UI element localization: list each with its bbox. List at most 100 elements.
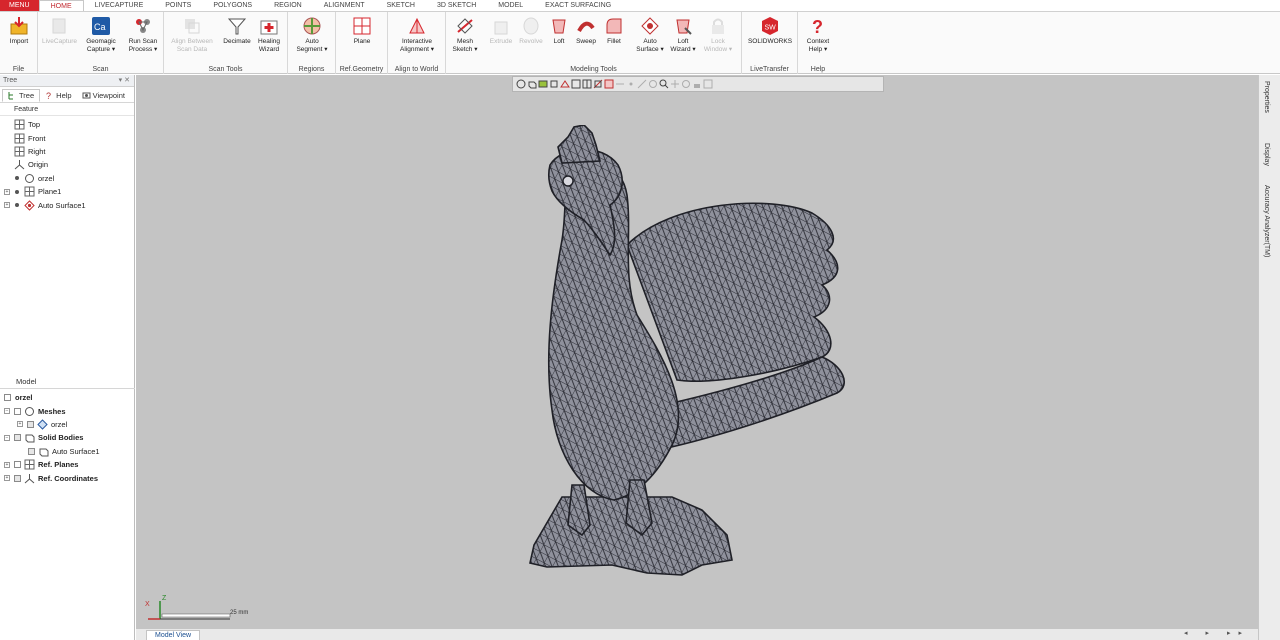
extrude-button[interactable]: Extrude — [484, 15, 518, 61]
tab-region[interactable]: REGION — [263, 0, 313, 11]
view-top-icon[interactable] — [560, 79, 570, 89]
lock-window-button[interactable]: Lock Window ▾ — [701, 15, 735, 61]
tab-viewpoint[interactable]: Viewpoint — [77, 89, 130, 102]
origin-icon — [24, 473, 35, 483]
section-view-icon[interactable] — [593, 79, 603, 89]
tab-model-view[interactable]: Model View — [146, 630, 201, 640]
pan-icon[interactable] — [670, 79, 680, 89]
tab-accuracy-analyzer[interactable]: Accuracy Analyzer(TM) — [1263, 185, 1270, 257]
tab-exact-surfacing[interactable]: EXACT SURFACING — [534, 0, 622, 11]
line-icon[interactable] — [637, 79, 647, 89]
collapse-icon[interactable]: − — [4, 408, 10, 415]
view-tab-scroll-arrows[interactable]: ◂ ▸ ▸▸ — [1184, 629, 1250, 637]
expand-icon[interactable]: + — [17, 421, 23, 428]
view-right-icon[interactable] — [571, 79, 581, 89]
group-file: Import File — [0, 12, 38, 74]
iso-view-icon[interactable] — [527, 79, 537, 89]
rotate-icon[interactable] — [681, 79, 691, 89]
plane-button[interactable]: Plane — [345, 15, 379, 61]
tab-alignment[interactable]: ALIGNMENT — [313, 0, 376, 11]
tree-item-front[interactable]: Front — [0, 131, 134, 144]
svg-text:Ca: Ca — [94, 22, 106, 32]
circle-icon[interactable] — [648, 79, 658, 89]
group-label-regions: Regions — [298, 66, 325, 73]
model-tree-root[interactable]: orzel — [0, 391, 135, 404]
eagle-mesh-model[interactable] — [522, 125, 872, 600]
tab-menu[interactable]: MENU — [0, 0, 39, 11]
tab-polygons[interactable]: POLYGONS — [202, 0, 263, 11]
model-tree-orzel[interactable]: + orzel — [0, 418, 135, 431]
align-between-scan-data-button[interactable]: Align Between Scan Data — [170, 15, 214, 61]
expand-icon[interactable]: + — [4, 461, 10, 468]
tab-help[interactable]: ? Help — [40, 89, 76, 102]
split-view-icon[interactable] — [582, 79, 592, 89]
model-tree-label: Auto Surface1 — [52, 446, 100, 456]
checkbox[interactable] — [14, 407, 21, 415]
checkbox[interactable] — [14, 474, 21, 482]
context-help-button[interactable]: ? Context Help ▾ — [801, 15, 835, 61]
tab-tree[interactable]: Tree — [2, 89, 41, 102]
panel-pin-close-buttons[interactable]: ▾ ✕ — [119, 75, 130, 87]
checkbox[interactable] — [14, 434, 21, 442]
checkbox[interactable] — [27, 420, 34, 428]
expand-icon[interactable]: + — [4, 475, 10, 482]
decimate-button[interactable]: Decimate — [220, 15, 254, 61]
tab-display[interactable]: Display — [1263, 143, 1270, 166]
healing-wizard-button[interactable]: Healing Wizard — [252, 15, 286, 61]
tab-home[interactable]: HOME — [38, 0, 84, 11]
measure-icon[interactable] — [615, 79, 625, 89]
interactive-alignment-button[interactable]: Interactive Alignment ▾ — [396, 15, 438, 61]
run-scan-process-button[interactable]: Run Scan Process ▾ — [126, 15, 160, 61]
geomagic-capture-button[interactable]: Ca Geomagic Capture ▾ — [84, 15, 118, 61]
loft-wizard-button[interactable]: Loft Wizard ▾ — [666, 15, 700, 61]
visibility-dot-icon[interactable] — [15, 189, 19, 194]
point-icon[interactable] — [626, 79, 636, 89]
tree-item-right[interactable]: Right — [0, 145, 134, 158]
model-tree-ref-planes[interactable]: + Ref. Planes — [0, 458, 135, 471]
expand-icon[interactable]: + — [4, 202, 10, 209]
model-tree-ref-coordinates[interactable]: + Ref. Coordinates — [0, 471, 135, 484]
tab-livecapture[interactable]: LIVECAPTURE — [84, 0, 155, 11]
import-button[interactable]: Import — [2, 15, 36, 61]
view-front-icon[interactable] — [549, 79, 559, 89]
tab-3d-sketch[interactable]: 3D SKETCH — [426, 0, 487, 11]
visibility-dot-icon[interactable] — [15, 203, 19, 208]
tab-model[interactable]: MODEL — [487, 0, 534, 11]
tree-item-orzel-mesh[interactable]: orzel — [0, 172, 134, 185]
auto-segment-button[interactable]: Auto Segment ▾ — [295, 15, 329, 61]
lock-icon[interactable] — [692, 79, 702, 89]
collapse-icon[interactable]: − — [4, 434, 10, 441]
tab-properties[interactable]: Properties — [1263, 81, 1270, 113]
zoom-fit-icon[interactable] — [659, 79, 669, 89]
solidworks-button[interactable]: SW SOLIDWORKS — [745, 15, 795, 61]
group-label-help: Help — [810, 66, 826, 73]
render-mode-icon[interactable] — [538, 79, 548, 89]
tree-item-origin[interactable]: Origin — [0, 158, 134, 171]
auto-surface-button[interactable]: Auto Surface ▾ — [633, 15, 667, 61]
model-tree-auto-surface1[interactable]: Auto Surface1 — [0, 445, 135, 458]
checkbox[interactable] — [28, 447, 35, 455]
livecapture-icon — [52, 18, 66, 34]
visibility-dot-icon[interactable] — [15, 176, 19, 181]
healing-wizard-icon — [260, 20, 278, 35]
tree-item-plane1[interactable]: + Plane1 — [0, 185, 134, 198]
more-tools-icon[interactable] — [703, 79, 713, 89]
model-viewport[interactable]: Z X 25 mm — [136, 75, 1258, 628]
align-between-scan-data-label: Align Between Scan Data — [171, 38, 213, 53]
tab-points[interactable]: POINTS — [154, 0, 202, 11]
model-tree-solid-bodies[interactable]: − Solid Bodies — [0, 431, 135, 444]
tree-item-auto-surface1[interactable]: + Auto Surface1 — [0, 198, 134, 211]
model-tree-meshes[interactable]: − Meshes — [0, 404, 135, 417]
tab-sketch[interactable]: SKETCH — [376, 0, 426, 11]
expand-icon[interactable]: + — [4, 188, 10, 195]
plane-icon — [24, 186, 35, 197]
tree-item-top[interactable]: Top — [0, 118, 134, 131]
fillet-button[interactable]: Fillet — [597, 15, 631, 61]
mesh-sketch-button[interactable]: Mesh Sketch ▾ — [448, 15, 482, 61]
checkbox[interactable] — [4, 394, 11, 402]
checkbox[interactable] — [14, 461, 21, 469]
select-mode-icon[interactable] — [516, 79, 526, 89]
grid-view-icon[interactable] — [604, 79, 614, 89]
livecapture-button[interactable]: LiveCapture — [42, 15, 77, 61]
import-label: Import — [9, 38, 29, 45]
